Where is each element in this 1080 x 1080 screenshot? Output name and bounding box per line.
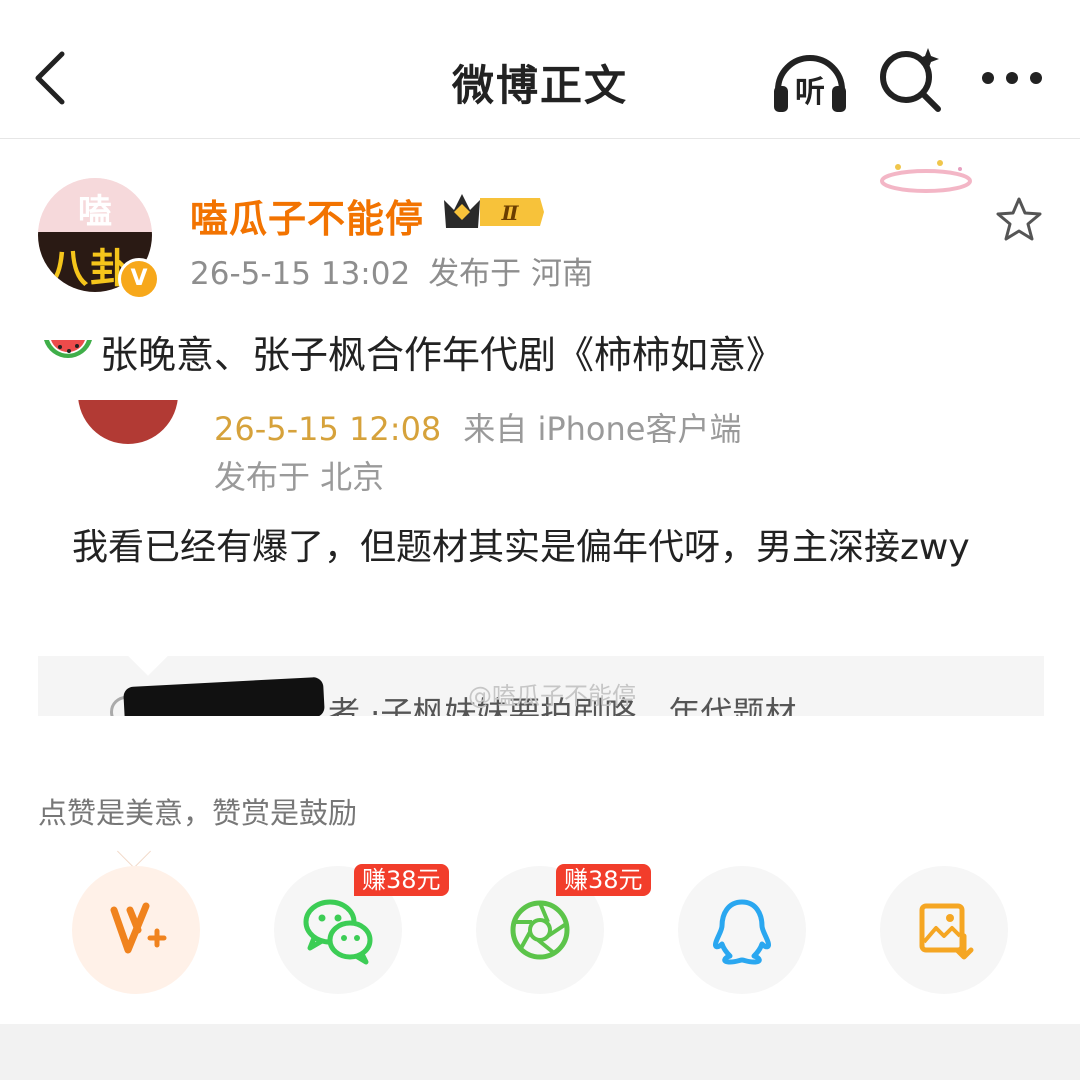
share-vplus-button[interactable] [72, 866, 200, 994]
share-qq-button[interactable] [678, 866, 806, 994]
top-nav-bar: 微博正文 听 [0, 0, 1080, 139]
author-username[interactable]: 嗑瓜子不能停 [190, 188, 424, 243]
more-options-icon[interactable] [980, 58, 1044, 98]
quoted-location: 发布于 北京 [214, 458, 385, 496]
post-text: 张晚意、张子枫合作年代剧《柿柿如意》 [100, 333, 785, 377]
member-level-crown-icon[interactable]: Ⅱ [440, 190, 544, 234]
save-image-icon [919, 903, 974, 960]
quoted-preview-card[interactable]: 者 ·子枫妹妹要拍剧咯，年代题材 @嗑瓜子不能停 [38, 656, 1044, 716]
avatar-text-top: 嗑 [78, 192, 112, 232]
post-content: 张晚意、张子枫合作年代剧《柿柿如意》 [42, 324, 784, 380]
wechat-earn-badge: 赚38元 [354, 864, 449, 896]
quoted-meta: 26-5-15 12:08 来自 iPhone客户端 [214, 404, 741, 450]
verified-badge: V [118, 258, 160, 300]
quoted-body: 我看已经有爆了，但题材其实是偏年代呀，男主深接zwy [72, 527, 970, 568]
quoted-source: 来自 iPhone客户端 [463, 410, 742, 448]
v-plus-icon [110, 902, 167, 954]
card-notch [128, 656, 168, 676]
save-image-button[interactable] [880, 866, 1008, 994]
listen-label: 听 [795, 75, 825, 110]
post-time: 26-5-15 13:02 [190, 256, 411, 292]
watermark: @嗑瓜子不能停 [468, 682, 636, 710]
quoted-time: 26-5-15 12:08 [214, 410, 442, 448]
moments-earn-badge: 赚38元 [556, 864, 651, 896]
search-icon[interactable] [876, 44, 946, 114]
reward-hint: 点赞是美意，赞赏是鼓励 [38, 796, 358, 830]
quoted-avatar[interactable] [78, 400, 178, 444]
post-meta: 26-5-15 13:02 发布于 河南 [190, 248, 593, 293]
redaction-mark [123, 676, 325, 716]
favorite-star-icon[interactable] [996, 196, 1042, 242]
reward-pointer [117, 833, 151, 867]
bottom-divider [0, 1024, 1080, 1080]
watermelon-icon [44, 339, 92, 358]
member-level-text: Ⅱ [501, 201, 520, 225]
qq-icon [713, 899, 771, 965]
decoration-sparkle-icon [880, 160, 972, 193]
listen-headphones-icon[interactable]: 听 [770, 44, 850, 114]
post-location: 发布于 河南 [428, 256, 594, 292]
